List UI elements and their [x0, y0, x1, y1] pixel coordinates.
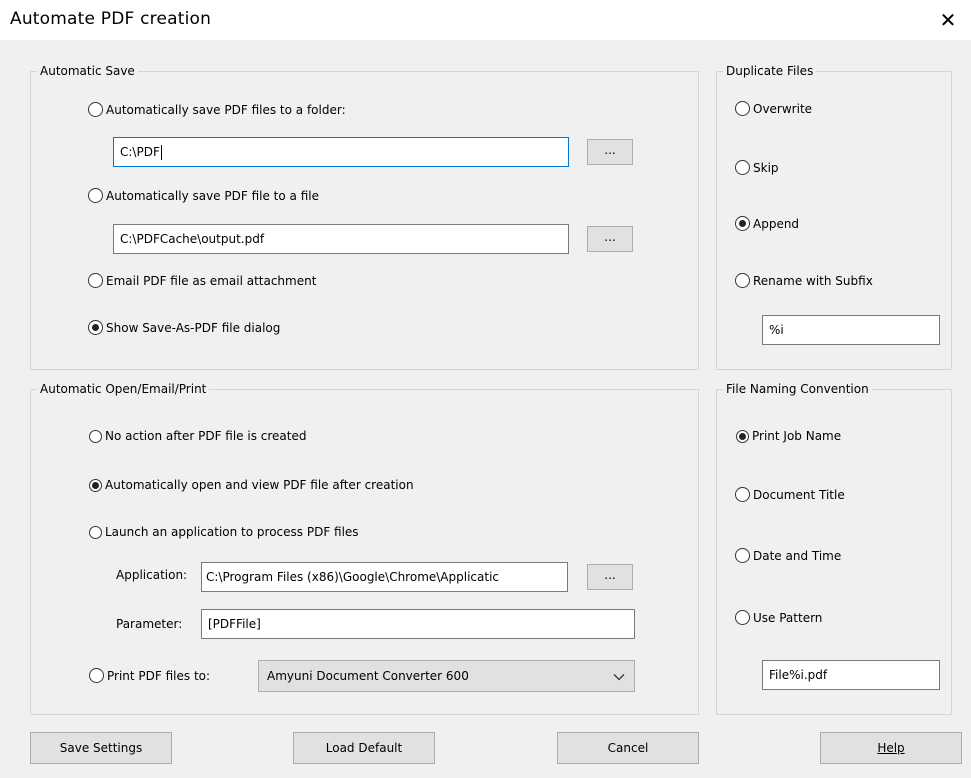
- radio-circle-save-to-file: [88, 188, 103, 203]
- radio-label-save-to-file: Automatically save PDF file to a file: [106, 188, 319, 203]
- browse-file-button[interactable]: ...: [587, 226, 633, 252]
- load-default-button[interactable]: Load Default: [293, 732, 435, 764]
- automatic-open-legend: Automatic Open/Email/Print: [37, 382, 210, 396]
- radio-circle-print-to: [89, 668, 104, 683]
- application-value: C:\Program Files (x86)\Google\Chrome\App…: [206, 570, 500, 584]
- file-path-value: C:\PDFCache\output.pdf: [120, 232, 265, 246]
- radio-no-action[interactable]: No action after PDF file is created: [89, 429, 306, 443]
- radio-circle-save-to-folder: [88, 102, 103, 117]
- close-button[interactable]: ✕: [925, 0, 971, 40]
- radio-date-time[interactable]: Date and Time: [735, 548, 841, 563]
- save-settings-button[interactable]: Save Settings: [30, 732, 172, 764]
- radio-label-use-pattern: Use Pattern: [753, 610, 823, 625]
- printer-select-value: Amyuni Document Converter 600: [267, 669, 469, 683]
- radio-open-view[interactable]: Automatically open and view PDF file aft…: [89, 478, 414, 492]
- radio-label-print-job-name: Print Job Name: [752, 429, 842, 443]
- radio-circle-email-attachment: [88, 273, 103, 288]
- radio-label-append: Append: [753, 216, 800, 231]
- load-default-label: Load Default: [325, 741, 403, 755]
- browse-folder-label: ...: [604, 143, 616, 157]
- radio-label-overwrite: Overwrite: [753, 101, 813, 116]
- radio-rename-subfix[interactable]: Rename with Subfix: [735, 273, 873, 288]
- radio-label-open-view: Automatically open and view PDF file aft…: [105, 478, 414, 492]
- radio-circle-show-save-dialog: [88, 320, 103, 335]
- pattern-value: File%i.pdf: [769, 668, 828, 682]
- close-icon: ✕: [939, 8, 957, 32]
- radio-print-job-name[interactable]: Print Job Name: [736, 429, 841, 443]
- application-label: Application:: [116, 568, 188, 582]
- radio-label-no-action: No action after PDF file is created: [105, 429, 307, 443]
- browse-file-label: ...: [604, 230, 616, 244]
- save-settings-label: Save Settings: [59, 741, 143, 755]
- parameter-input[interactable]: [PDFFile]: [201, 609, 635, 639]
- application-input[interactable]: C:\Program Files (x86)\Google\Chrome\App…: [201, 562, 568, 592]
- folder-path-input[interactable]: C:\PDF: [113, 137, 569, 167]
- radio-circle-use-pattern: [735, 610, 750, 625]
- radio-circle-date-time: [735, 548, 750, 563]
- window-title: Automate PDF creation: [10, 9, 212, 29]
- title-bar: Automate PDF creation ✕: [0, 0, 971, 40]
- radio-label-document-title: Document Title: [753, 487, 845, 502]
- radio-circle-overwrite: [735, 101, 750, 116]
- browse-application-label: ...: [604, 568, 616, 582]
- radio-overwrite[interactable]: Overwrite: [735, 101, 812, 116]
- radio-launch-app[interactable]: Launch an application to process PDF fil…: [89, 525, 359, 539]
- parameter-label: Parameter:: [116, 617, 183, 631]
- cancel-button[interactable]: Cancel: [557, 732, 699, 764]
- radio-label-launch-app: Launch an application to process PDF fil…: [105, 525, 359, 539]
- file-path-input[interactable]: C:\PDFCache\output.pdf: [113, 224, 569, 254]
- browse-folder-button[interactable]: ...: [587, 139, 633, 165]
- radio-print-to[interactable]: Print PDF files to:: [89, 668, 210, 683]
- radio-save-to-folder[interactable]: Automatically save PDF files to a folder…: [88, 102, 346, 117]
- help-button[interactable]: Help: [820, 732, 962, 764]
- radio-circle-no-action: [89, 429, 102, 443]
- folder-path-value: C:\PDF: [120, 145, 160, 159]
- chevron-down-icon: [613, 674, 625, 681]
- browse-application-button[interactable]: ...: [587, 564, 633, 590]
- text-caret: [160, 144, 162, 160]
- radio-circle-open-view: [89, 478, 102, 492]
- automatic-save-legend: Automatic Save: [37, 64, 138, 78]
- pattern-input[interactable]: File%i.pdf: [762, 660, 940, 690]
- radio-append[interactable]: Append: [735, 216, 799, 231]
- radio-label-show-save-dialog: Show Save-As-PDF file dialog: [106, 320, 281, 335]
- radio-skip[interactable]: Skip: [735, 160, 779, 175]
- radio-circle-rename-subfix: [735, 273, 750, 288]
- cancel-label: Cancel: [607, 741, 649, 755]
- radio-circle-print-job-name: [736, 429, 749, 443]
- radio-circle-append: [735, 216, 750, 231]
- radio-label-save-to-folder: Automatically save PDF files to a folder…: [106, 102, 346, 117]
- radio-label-skip: Skip: [753, 160, 779, 175]
- printer-select[interactable]: Amyuni Document Converter 600: [258, 660, 635, 692]
- radio-label-email-attachment: Email PDF file as email attachment: [106, 273, 317, 288]
- radio-save-to-file[interactable]: Automatically save PDF file to a file: [88, 188, 319, 203]
- parameter-value: [PDFFile]: [208, 617, 261, 631]
- radio-label-date-time: Date and Time: [753, 548, 842, 563]
- radio-use-pattern[interactable]: Use Pattern: [735, 610, 822, 625]
- radio-label-print-to: Print PDF files to:: [107, 668, 211, 683]
- subfix-value: %i: [769, 323, 784, 337]
- help-label: Help: [877, 741, 905, 755]
- radio-email-attachment[interactable]: Email PDF file as email attachment: [88, 273, 316, 288]
- radio-label-rename-subfix: Rename with Subfix: [753, 273, 873, 288]
- file-naming-legend: File Naming Convention: [723, 382, 872, 396]
- radio-show-save-dialog[interactable]: Show Save-As-PDF file dialog: [88, 320, 280, 335]
- duplicate-files-legend: Duplicate Files: [723, 64, 817, 78]
- radio-document-title[interactable]: Document Title: [735, 487, 845, 502]
- radio-circle-skip: [735, 160, 750, 175]
- radio-circle-launch-app: [89, 525, 102, 539]
- radio-circle-document-title: [735, 487, 750, 502]
- subfix-input[interactable]: %i: [762, 315, 940, 345]
